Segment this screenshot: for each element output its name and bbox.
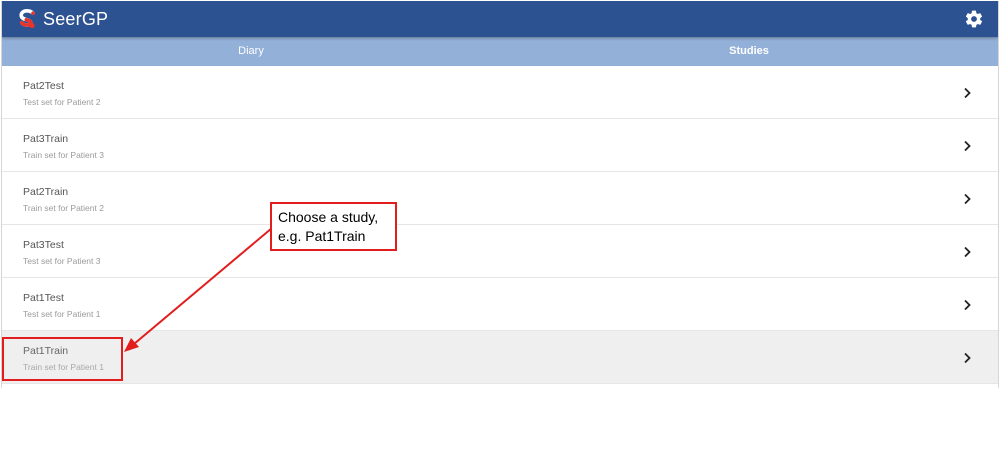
study-name: Pat3Test <box>23 239 64 251</box>
chevron-right-icon <box>962 351 972 364</box>
study-list: Pat2Test Test set for Patient 2 Pat3Trai… <box>2 66 998 384</box>
study-description: Test set for Patient 2 <box>23 97 101 107</box>
study-row-pat2test[interactable]: Pat2Test Test set for Patient 2 <box>2 66 998 119</box>
study-name: Pat2Train <box>23 186 69 198</box>
study-name: Pat2Test <box>23 80 64 92</box>
seergp-logo-icon <box>18 8 36 29</box>
tab-studies[interactable]: Studies <box>500 37 998 66</box>
top-bar: SeerGP <box>2 1 998 37</box>
annotation-line-1: Choose a study, <box>278 209 379 225</box>
study-row-pat3train[interactable]: Pat3Train Train set for Patient 3 <box>2 119 998 172</box>
chevron-right-icon <box>962 192 972 205</box>
study-row-pat3test[interactable]: Pat3Test Test set for Patient 3 <box>2 225 998 278</box>
study-description: Test set for Patient 3 <box>23 256 101 266</box>
chevron-right-icon <box>962 298 972 311</box>
annotation-line-2: e.g. Pat1Train <box>278 228 366 244</box>
chevron-right-icon <box>962 86 972 99</box>
study-name: Pat3Train <box>23 133 69 145</box>
study-description: Test set for Patient 1 <box>23 309 101 319</box>
chevron-right-icon <box>962 245 972 258</box>
study-row-pat1test[interactable]: Pat1Test Test set for Patient 1 <box>2 278 998 331</box>
app-window: SeerGP Diary Studies Pat2Test Test set f… <box>1 1 999 388</box>
chevron-right-icon <box>962 139 972 152</box>
tab-diary[interactable]: Diary <box>2 37 500 66</box>
screenshot-frame: SeerGP Diary Studies Pat2Test Test set f… <box>0 0 1000 469</box>
study-row-pat1train[interactable]: Pat1Train Train set for Patient 1 <box>2 331 998 384</box>
tab-bar: Diary Studies <box>2 37 998 66</box>
study-description: Train set for Patient 3 <box>23 150 104 160</box>
annotation-callout: Choose a study, e.g. Pat1Train <box>270 202 397 251</box>
gear-icon[interactable] <box>964 9 984 29</box>
study-description: Train set for Patient 2 <box>23 203 104 213</box>
study-name: Pat1Test <box>23 292 64 304</box>
annotation-highlight-box <box>2 337 123 381</box>
app-brand-name: SeerGP <box>43 8 109 29</box>
study-row-pat2train[interactable]: Pat2Train Train set for Patient 2 <box>2 172 998 225</box>
